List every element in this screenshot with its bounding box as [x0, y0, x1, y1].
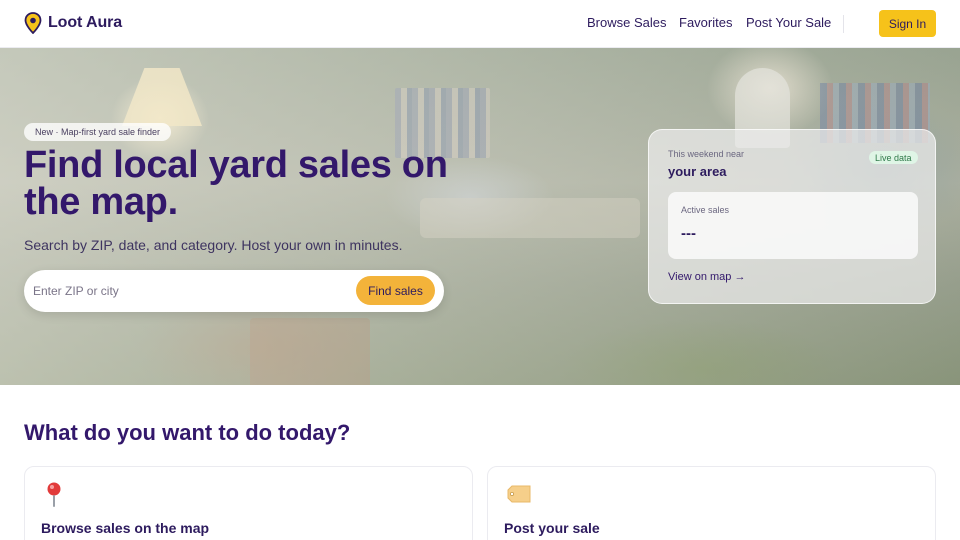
browse-sales-card[interactable]: Browse sales on the map	[24, 466, 473, 540]
post-sale-card[interactable]: Post your sale	[487, 466, 936, 540]
area-summary-card: This weekend near your area Live data Ac…	[648, 129, 936, 304]
hero-section: New · Map-first yard sale finder Find lo…	[0, 48, 960, 385]
view-on-map-link[interactable]: View on map →	[668, 271, 745, 283]
nav-favorites[interactable]: Favorites	[679, 15, 732, 30]
hero-subtitle: Search by ZIP, date, and category. Host …	[24, 237, 403, 253]
brand-logo[interactable]: Loot Aura	[24, 12, 122, 34]
location-pin-icon	[24, 12, 42, 34]
site-header: Loot Aura Browse Sales Favorites Post Yo…	[0, 0, 960, 48]
active-sales-label: Active sales	[681, 205, 730, 215]
section-title: What do you want to do today?	[24, 420, 351, 445]
area-title: your area	[668, 164, 727, 179]
hero-title: Find local yard sales on the map.	[24, 144, 448, 223]
post-sale-card-title: Post your sale	[504, 520, 600, 536]
search-bar: Find sales	[24, 270, 444, 312]
nav-divider	[843, 15, 844, 33]
sign-in-button[interactable]: Sign In	[879, 10, 936, 37]
map-pin-icon	[47, 482, 61, 507]
brand-name: Loot Aura	[48, 14, 123, 31]
find-sales-button[interactable]: Find sales	[356, 276, 435, 305]
live-data-badge: Live data	[869, 151, 918, 164]
nav-browse-sales[interactable]: Browse Sales	[587, 15, 666, 30]
area-eyebrow: This weekend near	[668, 149, 745, 159]
active-sales-box: Active sales ---	[668, 192, 918, 259]
zip-search-input[interactable]	[33, 278, 333, 304]
new-feature-badge: New · Map-first yard sale finder	[24, 123, 172, 141]
active-sales-value: ---	[681, 225, 696, 242]
browse-sales-card-title: Browse sales on the map	[41, 520, 210, 536]
price-tag-icon	[507, 485, 531, 503]
nav-post-your-sale[interactable]: Post Your Sale	[746, 15, 831, 30]
